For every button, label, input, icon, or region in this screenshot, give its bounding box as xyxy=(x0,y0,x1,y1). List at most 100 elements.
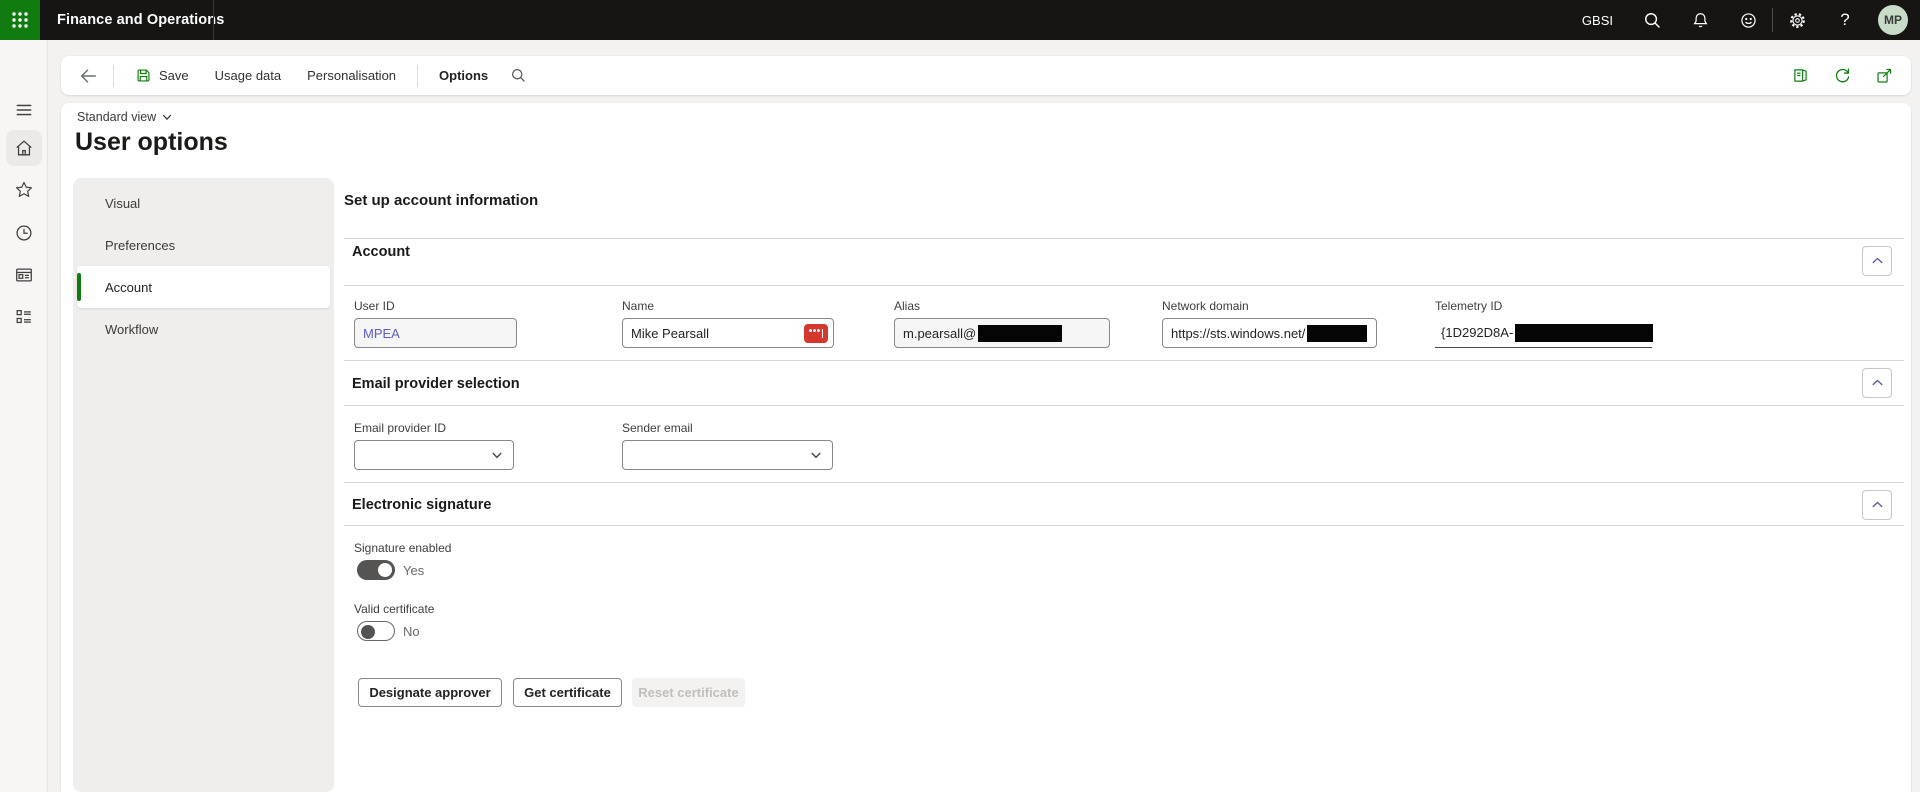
designate-approver-button[interactable]: Designate approver xyxy=(358,678,502,707)
home-icon[interactable] xyxy=(12,136,36,160)
field-email-provider-id: Email provider ID xyxy=(354,421,514,470)
actionbar-divider xyxy=(417,64,419,87)
actionbar-divider xyxy=(113,64,114,87)
lastpass-icon[interactable]: ••• xyxy=(804,324,828,343)
chevron-up-icon xyxy=(1871,501,1883,507)
alias-value: m.pearsall@ xyxy=(903,325,977,341)
settings-gear-icon[interactable] xyxy=(1773,0,1821,40)
notifications-bell-icon[interactable] xyxy=(1676,0,1724,40)
valid-certificate-label: Valid certificate xyxy=(354,602,435,616)
topbar: Finance and Operations GBSI ? MP xyxy=(0,0,1920,40)
sender-email-label: Sender email xyxy=(622,421,693,435)
tab-options[interactable]: Options xyxy=(426,61,501,91)
workspaces-window-icon[interactable] xyxy=(12,263,36,287)
field-sender-email: Sender email xyxy=(622,421,833,470)
field-user-id: User ID MPEA xyxy=(354,299,517,348)
network-domain-input[interactable]: https://sts.windows.net/ xyxy=(1162,318,1377,348)
redaction-block xyxy=(978,324,1063,342)
name-label: Name xyxy=(622,299,655,313)
section-divider xyxy=(344,285,1904,286)
topbar-divider xyxy=(213,0,214,40)
telemetry-id-field: {1D292D8A- xyxy=(1435,318,1654,348)
selected-accent-bar xyxy=(77,273,81,301)
chevron-down-icon xyxy=(162,114,172,121)
telemetry-id-label: Telemetry ID xyxy=(1435,299,1503,313)
avatar[interactable]: MP xyxy=(1878,5,1908,35)
email-provider-id-combobox[interactable] xyxy=(354,440,514,470)
section-title-email: Email provider selection xyxy=(352,376,520,392)
vertical-tab-nav: Visual Preferences Account Workflow xyxy=(73,178,334,792)
sender-email-combobox[interactable] xyxy=(622,440,833,470)
form-heading: Set up account information xyxy=(344,192,539,209)
user-id-value: MPEA xyxy=(363,325,400,341)
section-divider xyxy=(344,360,1904,361)
get-certificate-button[interactable]: Get certificate xyxy=(513,678,622,707)
tab-preferences[interactable]: Preferences xyxy=(77,224,330,266)
reset-certificate-button[interactable]: Reset certificate xyxy=(632,678,745,707)
section-divider xyxy=(344,238,1904,239)
network-domain-value: https://sts.windows.net/ xyxy=(1171,325,1306,341)
forms-list-icon[interactable] xyxy=(12,305,36,329)
feedback-smiley-icon[interactable] xyxy=(1724,0,1772,40)
hamburger-menu-icon[interactable] xyxy=(12,98,36,122)
tab-workflow[interactable]: Workflow xyxy=(77,308,330,350)
actionbar-search-icon[interactable] xyxy=(501,61,535,91)
app-title[interactable]: Finance and Operations xyxy=(57,12,224,28)
waffle-grid-icon xyxy=(12,12,28,28)
email-provider-id-label: Email provider ID xyxy=(354,421,447,435)
back-arrow-icon[interactable] xyxy=(71,61,105,91)
collapse-email-button[interactable] xyxy=(1862,368,1892,398)
page-title: User options xyxy=(75,128,228,156)
alias-input[interactable]: m.pearsall@ xyxy=(894,318,1110,348)
collapse-account-button[interactable] xyxy=(1862,246,1892,276)
environment-badge[interactable]: GBSI xyxy=(1567,0,1628,40)
name-input[interactable]: Mike Pearsall ••• xyxy=(622,318,834,348)
app-launcher-icon[interactable] xyxy=(0,0,40,40)
user-id-label: User ID xyxy=(354,299,395,313)
refresh-icon[interactable] xyxy=(1829,63,1855,89)
field-name: Name Mike Pearsall ••• xyxy=(622,299,834,348)
save-button[interactable]: Save xyxy=(122,61,202,91)
signature-enabled-state: Yes xyxy=(403,563,425,578)
collapse-signature-button[interactable] xyxy=(1862,490,1892,520)
redaction-block xyxy=(1515,323,1654,342)
toggle-knob xyxy=(378,563,392,577)
name-value: Mike Pearsall xyxy=(631,325,710,341)
section-title-account: Account xyxy=(352,244,410,260)
section-divider xyxy=(344,525,1904,526)
actionbar-right-group xyxy=(1787,63,1899,89)
tab-account[interactable]: Account xyxy=(77,266,330,308)
chevron-down-icon xyxy=(811,452,821,459)
valid-certificate-toggle[interactable] xyxy=(357,621,395,641)
chevron-down-icon xyxy=(492,452,502,459)
usage-data-button[interactable]: Usage data xyxy=(202,61,295,91)
section-title-signature: Electronic signature xyxy=(352,497,492,513)
section-divider xyxy=(344,482,1904,483)
left-rail xyxy=(0,40,48,792)
network-domain-label: Network domain xyxy=(1162,299,1249,313)
open-in-office-icon[interactable] xyxy=(1787,63,1813,89)
valid-certificate-state: No xyxy=(403,624,420,639)
open-in-new-window-icon[interactable] xyxy=(1871,63,1897,89)
help-icon[interactable]: ? xyxy=(1821,0,1869,40)
recent-clock-icon[interactable] xyxy=(12,221,36,245)
view-selector-label: Standard view xyxy=(77,110,157,124)
chevron-up-icon xyxy=(1871,257,1883,263)
search-icon[interactable] xyxy=(1628,0,1676,40)
tab-account-label: Account xyxy=(105,279,152,295)
user-id-input[interactable]: MPEA xyxy=(354,318,517,348)
field-alias: Alias m.pearsall@ xyxy=(894,299,1110,348)
view-selector[interactable]: Standard view xyxy=(77,110,173,124)
chevron-up-icon xyxy=(1871,379,1883,385)
content-card: Standard view User options Visual Prefer… xyxy=(61,103,1911,792)
signature-enabled-label: Signature enabled xyxy=(354,541,452,555)
action-bar: Save Usage data Personalisation Options xyxy=(61,56,1911,95)
alias-label: Alias xyxy=(894,299,921,313)
save-label: Save xyxy=(159,68,189,83)
favorites-star-icon[interactable] xyxy=(12,178,36,202)
field-telemetry-id: Telemetry ID {1D292D8A- xyxy=(1435,299,1654,348)
signature-enabled-toggle[interactable] xyxy=(357,560,395,580)
field-network-domain: Network domain https://sts.windows.net/ xyxy=(1162,299,1377,348)
personalisation-button[interactable]: Personalisation xyxy=(294,61,409,91)
tab-visual[interactable]: Visual xyxy=(77,182,330,224)
